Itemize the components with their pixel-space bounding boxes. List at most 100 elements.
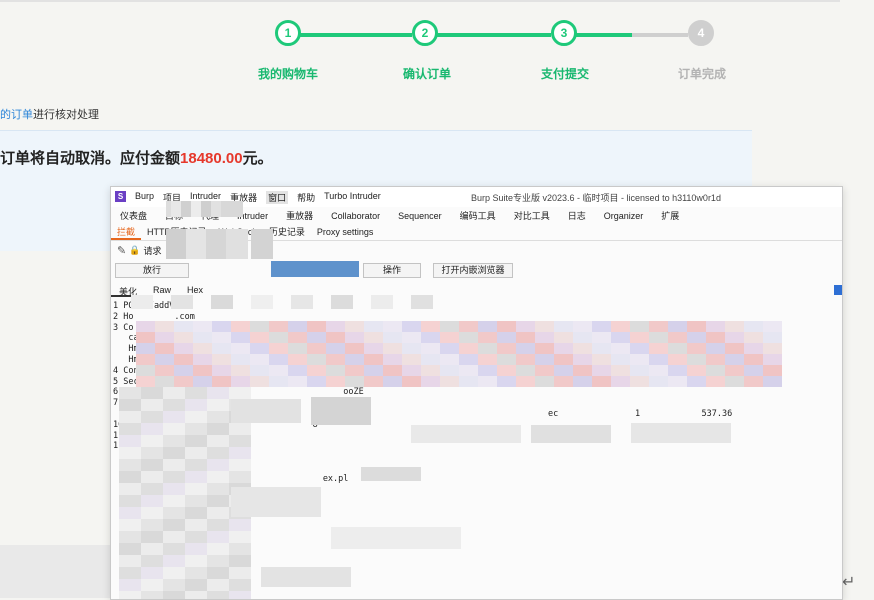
mosaic-tile [174, 376, 193, 387]
mosaic-tile [459, 321, 478, 332]
mosaic-tile [212, 321, 231, 332]
mosaic-tile [326, 343, 345, 354]
mosaic-tile [326, 354, 345, 365]
menu-turbo-intruder[interactable]: Turbo Intruder [324, 191, 381, 204]
mosaic-tile [630, 332, 649, 343]
mosaic-tile [611, 376, 630, 387]
step-4-label: 订单完成 [678, 67, 727, 81]
mosaic-tile [573, 354, 592, 365]
mosaic-tile [611, 321, 630, 332]
mosaic-tile [207, 459, 229, 471]
mosaic-tile [687, 365, 706, 376]
mosaic-tile [535, 354, 554, 365]
mosaic-tile [231, 354, 250, 365]
mosaic-tile [231, 487, 321, 517]
mosaic-tile [141, 483, 163, 495]
mosaic-tile [163, 555, 185, 567]
mosaic-tile [141, 531, 163, 543]
mosaic-tile [119, 459, 141, 471]
tab-extensions[interactable]: 扩展 [652, 209, 688, 225]
step-2-circle: 2 [412, 20, 438, 46]
mosaic-tile [229, 387, 251, 399]
tab-intercept[interactable]: 拦截 [111, 226, 142, 240]
mosaic-tile [725, 354, 744, 365]
mosaic-tile [592, 365, 611, 376]
mosaic-tile [119, 471, 141, 483]
mosaic-tile [288, 343, 307, 354]
mosaic-tile [119, 555, 141, 567]
mosaic-tile [185, 495, 207, 507]
mosaic-tile [141, 495, 163, 507]
mosaic-tile [326, 365, 345, 376]
open-browser-button[interactable]: 打开内嵌浏览器 [433, 263, 513, 278]
mosaic-tile [119, 423, 141, 435]
tab-sequencer[interactable]: Sequencer [389, 209, 451, 225]
pencil-icon[interactable]: ✎ [117, 244, 126, 257]
mosaic-tile [155, 332, 174, 343]
mosaic-tile [251, 229, 273, 259]
burp-suite-window[interactable]: S Burp 项目 Intruder 重放器 窗口 帮助 Turbo Intru… [110, 186, 843, 600]
mosaic-tile [185, 447, 207, 459]
mosaic-tile [516, 376, 535, 387]
mosaic-tile [649, 365, 668, 376]
mosaic-tile [592, 376, 611, 387]
mosaic-tile [383, 376, 402, 387]
mosaic-tile [229, 531, 251, 543]
mosaic-tile [185, 519, 207, 531]
mosaic-tile [402, 332, 421, 343]
step-connector [300, 33, 412, 37]
tab-proxy-settings[interactable]: Proxy settings [311, 226, 380, 240]
mosaic-tile [592, 321, 611, 332]
mosaic-tile [668, 376, 687, 387]
mosaic-tile [421, 365, 440, 376]
mosaic-tile [163, 543, 185, 555]
intercept-toggle-button[interactable] [271, 261, 359, 277]
mosaic-tile [649, 321, 668, 332]
mosaic-tile [163, 507, 185, 519]
menu-window[interactable]: 窗口 [266, 191, 289, 204]
mosaic-tile [207, 483, 229, 495]
tab-repeater[interactable]: 重放器 [277, 209, 322, 225]
menu-help[interactable]: 帮助 [297, 191, 315, 204]
mosaic-tile [163, 471, 185, 483]
step-4-circle: 4 [688, 20, 714, 46]
page-footer-band [0, 545, 112, 598]
tab-logger[interactable]: 日志 [559, 209, 595, 225]
order-link[interactable]: 的订单 [0, 109, 33, 121]
mosaic-tile [163, 591, 185, 599]
menu-burp[interactable]: Burp [135, 191, 154, 204]
mosaic-tile [185, 387, 207, 399]
mosaic-tile [535, 321, 554, 332]
mosaic-tile [185, 483, 207, 495]
inspector-toggle-icon[interactable] [834, 285, 842, 295]
mosaic-tile [573, 376, 592, 387]
tab-dashboard[interactable]: 仪表盘 [111, 209, 156, 225]
mosaic-tile [288, 321, 307, 332]
notice-prefix: 订单将自动取消。应付金额 [0, 150, 181, 167]
mosaic-tile [687, 354, 706, 365]
action-button[interactable]: 操作 [363, 263, 421, 278]
mosaic-tile [668, 332, 687, 343]
mosaic-tile [649, 354, 668, 365]
mosaic-tile [459, 343, 478, 354]
mosaic-tile [119, 447, 141, 459]
mosaic-tile [250, 321, 269, 332]
mosaic-tile [171, 295, 193, 309]
mosaic-tile [554, 354, 573, 365]
tab-comparer[interactable]: 对比工具 [505, 209, 559, 225]
mosaic-tile [361, 467, 421, 481]
mosaic-tile [421, 354, 440, 365]
tab-collaborator[interactable]: Collaborator [322, 209, 389, 225]
mosaic-tile [497, 376, 516, 387]
mosaic-tile [573, 343, 592, 354]
mosaic-tile [185, 411, 207, 423]
forward-button[interactable]: 放行 [115, 263, 189, 278]
mosaic-tile [193, 343, 212, 354]
mosaic-tile [155, 354, 174, 365]
mosaic-tile [535, 343, 554, 354]
tab-decoder[interactable]: 编码工具 [451, 209, 505, 225]
mosaic-tile [535, 365, 554, 376]
mosaic-tile [207, 435, 229, 447]
mosaic-tile [174, 321, 193, 332]
tab-organizer[interactable]: Organizer [595, 209, 653, 225]
